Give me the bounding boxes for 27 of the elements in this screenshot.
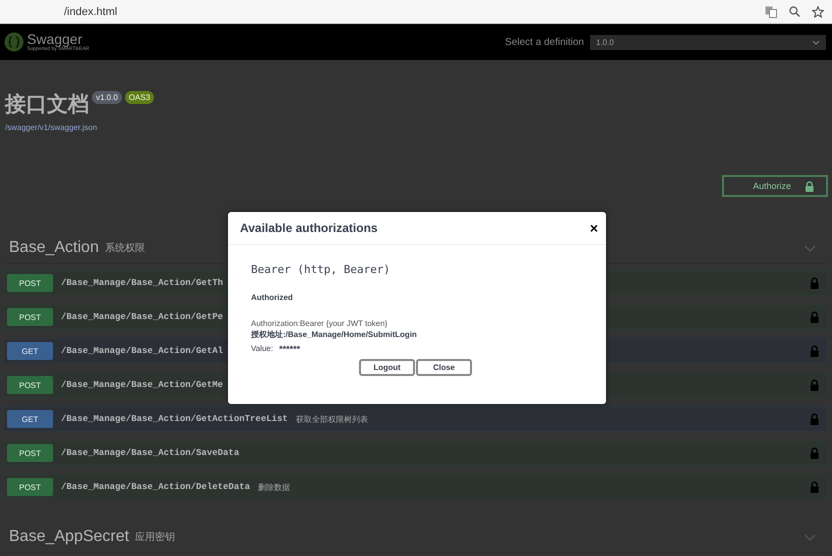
operation-path: /Base_Manage/Base_Action/GetTh <box>61 278 224 288</box>
method-badge: POST <box>7 274 53 292</box>
token-value: ****** <box>279 344 300 354</box>
operation-path: /Base_Manage/Base_Action/GetPe <box>61 312 224 322</box>
method-badge: POST <box>7 478 53 496</box>
operation-path: /Base_Manage/Base_Action/GetMe <box>61 380 224 390</box>
method-badge: POST <box>7 308 53 326</box>
scheme-title: Bearer (http, Bearer) <box>251 263 392 276</box>
operation-path: /Base_Manage/Base_Action/GetAl <box>61 346 224 356</box>
operation-path: /Base_Manage/Base_Action/SaveData <box>61 448 240 458</box>
definition-label: Select a definition <box>505 36 584 48</box>
auth-description: Authorization:Bearer {your JWT token} <box>251 319 388 328</box>
method-badge: GET <box>7 342 53 360</box>
operation-summary: 获取全部权限树列表 <box>296 414 368 424</box>
method-badge: POST <box>7 444 53 462</box>
logo-text: Swagger <box>27 32 82 46</box>
auth-status: Authorized <box>251 293 294 302</box>
method-badge: GET <box>7 410 53 428</box>
version-badge: v1.0.0 <box>92 91 122 104</box>
api-title: 接口文档 <box>5 91 89 118</box>
operation-path: /Base_Manage/Base_Action/DeleteData <box>61 482 250 492</box>
oas-badge: OAS3 <box>124 91 154 104</box>
operation-summary: 删除数据 <box>258 482 290 492</box>
method-badge: POST <box>7 376 53 394</box>
auth-url: 授权地址:/Base_Manage/Home/SubmitLogin <box>251 329 418 340</box>
operation-path: /Base_Manage/Base_Action/GetActionTreeList <box>61 414 288 424</box>
value-label: Value: <box>251 344 274 354</box>
